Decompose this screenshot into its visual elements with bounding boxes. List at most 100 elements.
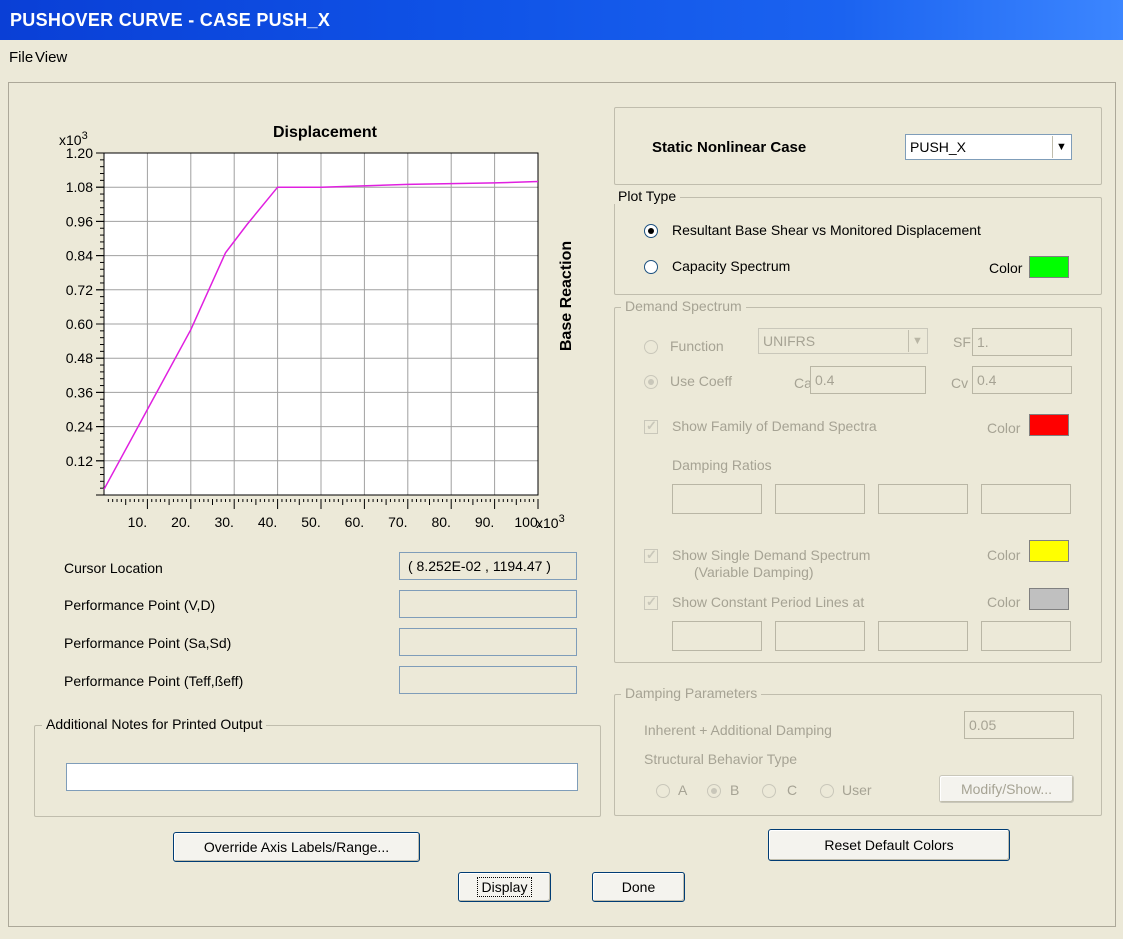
plot-color-swatch[interactable] — [1029, 256, 1069, 278]
radio-capacity-spectrum[interactable] — [644, 260, 658, 274]
period-label: Show Constant Period Lines at — [672, 594, 865, 610]
inherent-field[interactable]: 0.05 — [964, 711, 1074, 739]
type-user-label: User — [842, 782, 872, 798]
chart-title: Displacement — [273, 124, 378, 141]
damping-ratio-1[interactable] — [672, 484, 762, 514]
type-b-label: B — [730, 782, 740, 798]
cursor-location-field: ( 8.252E-02 , 1194.47 ) — [399, 552, 577, 580]
type-a-label: A — [678, 782, 688, 798]
radio-base-shear-label: Resultant Base Shear vs Monitored Displa… — [672, 222, 981, 238]
x-tick-label: 40. — [258, 514, 277, 530]
period-line-2[interactable] — [775, 621, 865, 651]
dialog-panel: 10. 20. 30. 40. 50. 60. 70. 80. 90. 100. 0.12 0.24 0… — [8, 82, 1116, 927]
function-label: Function — [670, 338, 724, 354]
radio-type-a[interactable] — [656, 784, 670, 798]
family-color-swatch[interactable] — [1029, 414, 1069, 436]
y-tick-label: 0.84 — [66, 248, 93, 264]
use-coeff-label: Use Coeff — [670, 373, 732, 389]
menu-file[interactable]: File — [9, 49, 33, 66]
radio-type-user[interactable] — [820, 784, 834, 798]
title-bar[interactable]: PUSHOVER CURVE - CASE PUSH_X — [0, 0, 1123, 40]
family-checkbox[interactable]: ✓ — [644, 418, 658, 434]
pp-sasd-field — [399, 628, 577, 656]
damping-ratio-3[interactable] — [878, 484, 968, 514]
x-tick-label: 60. — [345, 514, 364, 530]
y-tick-label: 0.96 — [66, 213, 93, 229]
display-button-label: Display — [476, 877, 533, 897]
x-tick-label: 80. — [431, 514, 450, 530]
damping-ratio-2[interactable] — [775, 484, 865, 514]
chevron-down-icon[interactable]: ▼ — [908, 330, 926, 352]
inherent-label: Inherent + Additional Damping — [644, 722, 832, 738]
function-select[interactable]: UNIFRS ▼ — [758, 328, 928, 354]
single-checkbox[interactable]: ✓ — [644, 547, 658, 563]
family-label: Show Family of Demand Spectra — [672, 418, 877, 434]
override-axis-button[interactable]: Override Axis Labels/Range... — [173, 832, 420, 862]
function-select-value: UNIFRS — [763, 333, 816, 349]
pp-vd-label: Performance Point (V,D) — [64, 597, 216, 613]
pp-vd-field — [399, 590, 577, 618]
x-tick-label: 90. — [475, 514, 494, 530]
y-axis-label: Base Reaction — [558, 241, 575, 351]
modify-show-button[interactable]: Modify/Show... — [939, 775, 1074, 803]
period-line-4[interactable] — [981, 621, 1071, 651]
damping-title: Damping Parameters — [621, 685, 762, 701]
notes-group: Additional Notes for Printed Output — [34, 716, 601, 817]
chevron-down-icon[interactable]: ▼ — [1052, 136, 1070, 158]
damping-ratio-4[interactable] — [981, 484, 1071, 514]
menu-view[interactable]: View — [35, 49, 67, 66]
y-tick-label: 0.72 — [66, 282, 93, 298]
y-tick-label: 0.24 — [66, 419, 93, 435]
x-tick-label: 50. — [301, 514, 320, 530]
radio-function[interactable] — [644, 340, 658, 354]
case-select-value: PUSH_X — [910, 139, 967, 155]
y-tick-label: 0.36 — [66, 384, 93, 400]
y-tick-label: 0.48 — [66, 350, 93, 366]
damping-ratios-label: Damping Ratios — [672, 457, 772, 473]
damping-group: Damping Parameters Inherent + Additional… — [614, 685, 1102, 816]
cursor-location-label: Cursor Location — [64, 560, 163, 576]
sf-field[interactable]: 1. — [972, 328, 1072, 356]
menu-bar: File View — [0, 42, 1123, 70]
window-title: PUSHOVER CURVE - CASE PUSH_X — [10, 10, 331, 30]
notes-input[interactable] — [66, 763, 578, 791]
display-button[interactable]: Display — [458, 872, 551, 902]
y-tick-label: 1.08 — [66, 179, 93, 195]
y-tick-label: 0.60 — [66, 316, 93, 332]
period-checkbox[interactable]: ✓ — [644, 594, 658, 610]
notes-group-title: Additional Notes for Printed Output — [42, 716, 267, 732]
radio-capacity-spectrum-label: Capacity Spectrum — [672, 258, 791, 274]
single-color-label: Color — [987, 547, 1021, 563]
radio-type-c[interactable] — [762, 784, 776, 798]
radio-use-coeff[interactable] — [644, 375, 658, 389]
pp-sasd-label: Performance Point (Sa,Sd) — [64, 635, 232, 651]
x-tick-label: 30. — [214, 514, 233, 530]
reset-colors-button[interactable]: Reset Default Colors — [768, 829, 1010, 861]
chart-grid — [104, 153, 538, 495]
case-select[interactable]: PUSH_X ▼ — [905, 134, 1072, 160]
single-sublabel: (Variable Damping) — [694, 564, 814, 580]
sf-label: SF — [953, 334, 971, 350]
plot-type-title: Plot Type — [614, 188, 681, 204]
done-button[interactable]: Done — [592, 872, 685, 902]
pp-teff-label: Performance Point (Teff,ßeff) — [64, 673, 244, 689]
case-group: Static Nonlinear Case PUSH_X ▼ — [614, 107, 1102, 185]
ca-field[interactable]: 0.4 — [810, 366, 926, 394]
pushover-chart[interactable]: 10. 20. 30. 40. 50. 60. 70. 80. 90. 100.0.120.240… — [9, 83, 589, 553]
period-line-1[interactable] — [672, 621, 762, 651]
single-color-swatch[interactable] — [1029, 540, 1069, 562]
type-c-label: C — [787, 782, 798, 798]
demand-title: Demand Spectrum — [621, 298, 746, 314]
x-multiplier: x103 — [536, 513, 565, 531]
radio-type-b[interactable] — [707, 784, 721, 798]
x-tick-label: 20. — [171, 514, 190, 530]
x-tick-label: 10. — [128, 514, 147, 530]
cv-field[interactable]: 0.4 — [972, 366, 1072, 394]
cv-label: Cv — [951, 375, 969, 391]
period-color-label: Color — [987, 594, 1021, 610]
demand-group: Demand Spectrum Function UNIFRS ▼ SF 1. … — [614, 298, 1102, 663]
radio-base-shear[interactable] — [644, 224, 658, 238]
period-line-3[interactable] — [878, 621, 968, 651]
pp-teff-field — [399, 666, 577, 694]
period-color-swatch[interactable] — [1029, 588, 1069, 610]
